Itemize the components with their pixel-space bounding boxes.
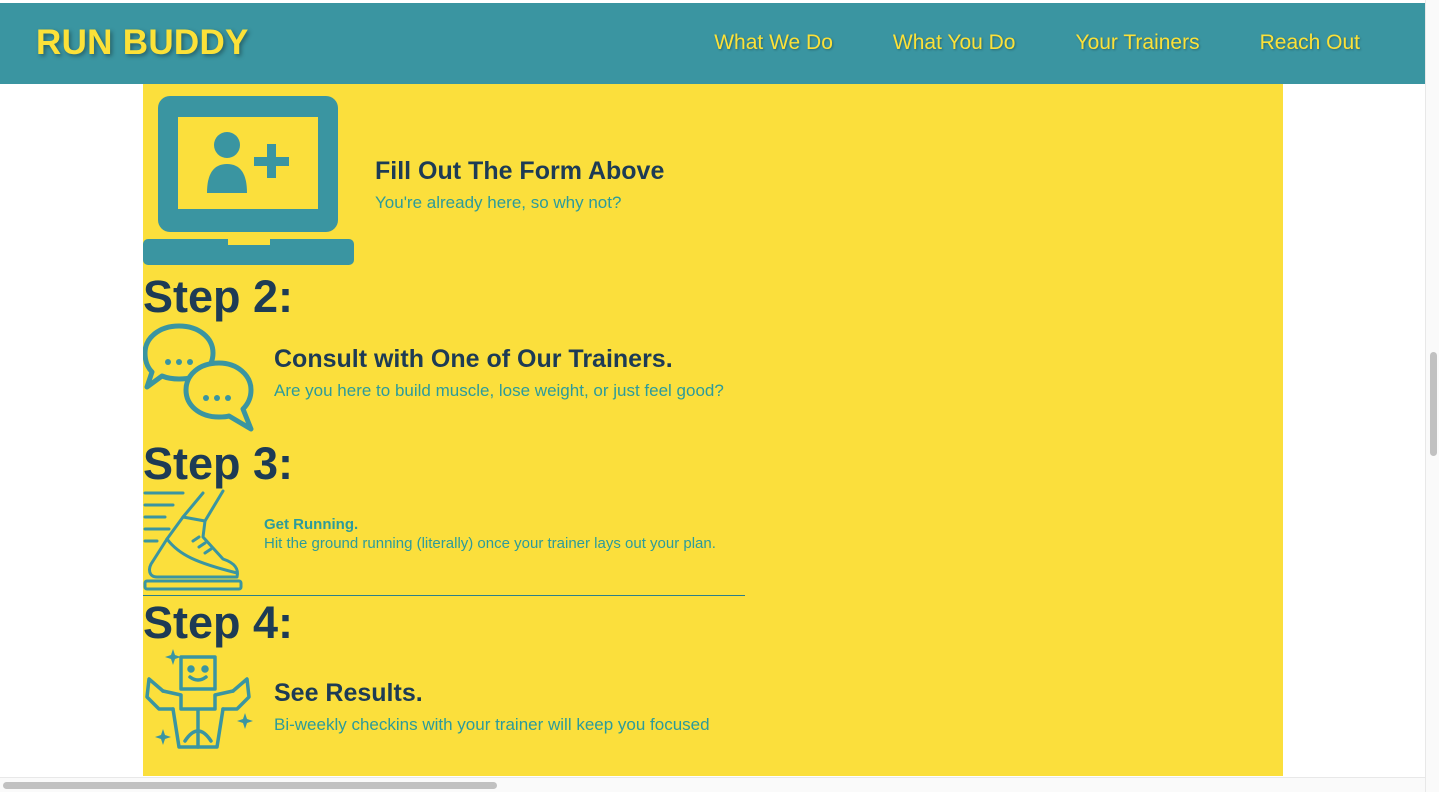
- step1-heading: Fill Out The Form Above: [375, 157, 665, 185]
- horizontal-scrollbar[interactable]: [0, 777, 1425, 792]
- steps-section: Fill Out The Form Above You're already h…: [143, 84, 1283, 776]
- main-nav: What We Do What You Do Your Trainers Rea…: [714, 31, 1360, 55]
- chat-bubbles-icon: [143, 323, 254, 432]
- strong-person-icon: [145, 649, 253, 749]
- section-divider: [143, 595, 745, 596]
- nav-what-you-do[interactable]: What You Do: [893, 31, 1016, 55]
- running-shoe-icon: [143, 489, 243, 591]
- step3-heading: Get Running.: [264, 516, 359, 533]
- nav-your-trainers[interactable]: Your Trainers: [1075, 31, 1199, 55]
- step2-title: Step 2:: [143, 271, 294, 322]
- vertical-scrollbar[interactable]: [1425, 0, 1439, 792]
- vertical-scrollbar-thumb[interactable]: [1430, 352, 1437, 456]
- step1-text: You're already here, so why not?: [375, 193, 622, 212]
- step2-heading: Consult with One of Our Trainers.: [274, 345, 673, 373]
- step4-heading: See Results.: [274, 679, 423, 707]
- step4-text: Bi-weekly checkins with your trainer wil…: [274, 715, 710, 734]
- horizontal-scrollbar-thumb[interactable]: [3, 782, 497, 789]
- nav-reach-out[interactable]: Reach Out: [1260, 31, 1360, 55]
- step4-title: Step 4:: [143, 597, 294, 648]
- step3-text: Hit the ground running (literally) once …: [264, 535, 716, 552]
- laptop-add-user-icon: [143, 96, 354, 265]
- nav-what-we-do[interactable]: What We Do: [714, 31, 833, 55]
- step2-text: Are you here to build muscle, lose weigh…: [274, 381, 724, 400]
- brand-logo[interactable]: RUN BUDDY: [36, 23, 249, 63]
- site-header: RUN BUDDY What We Do What You Do Your Tr…: [0, 3, 1425, 84]
- step3-title: Step 3:: [143, 438, 294, 489]
